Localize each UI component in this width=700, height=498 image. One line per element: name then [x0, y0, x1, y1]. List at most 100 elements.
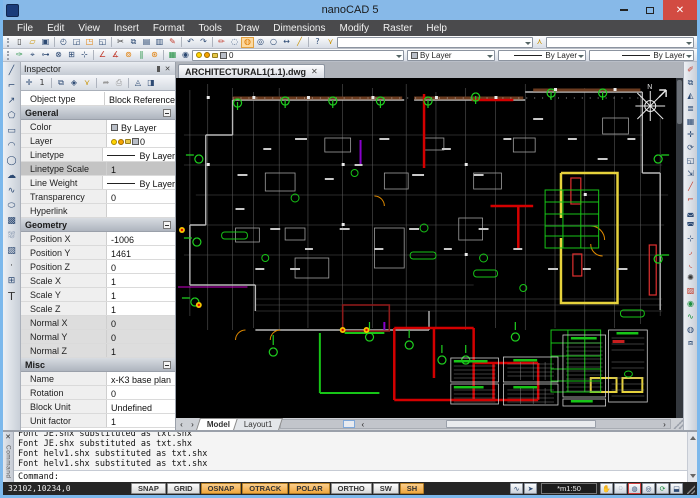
property-row[interactable]: Hyperlink — [21, 204, 175, 218]
cut-icon[interactable]: ✂ — [114, 37, 127, 48]
ellipse-icon[interactable]: ⬭ — [4, 199, 19, 213]
paste-block-icon[interactable]: ▥ — [153, 37, 166, 48]
line-icon[interactable]: ╱ — [4, 64, 19, 78]
endpoint-snap-icon[interactable]: ⌖ — [26, 50, 39, 61]
revision-cloud-icon[interactable]: ☁ — [4, 169, 19, 183]
property-row[interactable]: Rotation 0 — [21, 386, 175, 400]
property-row[interactable]: Name x-K3 base plan — [21, 372, 175, 386]
array-icon[interactable]: ▦ — [685, 116, 697, 128]
scale-icon[interactable]: ◱ — [685, 155, 697, 167]
erase-icon[interactable]: ✐ — [685, 64, 697, 76]
layer-states-icon[interactable]: ◉ — [179, 50, 192, 61]
inspector-close-icon[interactable]: ✕ — [163, 64, 172, 73]
toggle-grid[interactable]: GRID — [167, 483, 200, 494]
help-icon[interactable]: ? — [311, 37, 324, 48]
collapse-icon[interactable] — [163, 109, 171, 117]
intersection-snap-icon[interactable]: ⊗ — [52, 50, 65, 61]
pin-icon[interactable] — [154, 64, 163, 73]
property-row[interactable]: Color By Layer — [21, 120, 175, 134]
property-row[interactable]: Linetype By Layer — [21, 148, 175, 162]
parallel-snap-icon[interactable]: ∥ — [135, 50, 148, 61]
preview-icon[interactable]: ◲ — [70, 37, 83, 48]
copy-object-icon[interactable]: ⧉ — [685, 77, 697, 89]
menu-help[interactable]: Help — [420, 22, 453, 35]
copy-style-icon[interactable]: ✑ — [13, 50, 26, 61]
menu-format[interactable]: Format — [147, 22, 191, 35]
arc-icon[interactable]: ◠ — [4, 139, 19, 153]
circle-icon[interactable]: ◯ — [4, 154, 19, 168]
canvas-horizontal-scrollbar[interactable]: ‹ › — [280, 419, 671, 429]
property-row[interactable]: Layer 0 — [21, 134, 175, 148]
minimize-button[interactable] — [611, 0, 637, 20]
text-icon[interactable]: T — [4, 289, 19, 303]
match-properties-icon[interactable]: ✎ — [166, 37, 179, 48]
toggle-osnap[interactable]: OSNAP — [201, 483, 242, 494]
node-snap-icon[interactable]: ⊚ — [122, 50, 135, 61]
edit-polyline-icon[interactable]: ◉ — [685, 298, 697, 310]
maximize-button[interactable] — [637, 0, 663, 20]
image-icon[interactable]: ⛆ — [4, 229, 19, 243]
command-close-icon[interactable]: ✕ — [5, 433, 11, 441]
pan-icon[interactable]: ✋ — [600, 483, 613, 494]
stretch-icon[interactable]: ⇲ — [685, 168, 697, 180]
clean-screen-icon[interactable]: ⬓ — [670, 483, 683, 494]
select-similar-icon[interactable]: ◨ — [145, 77, 157, 89]
snap-settings-icon[interactable]: ⊛ — [148, 50, 161, 61]
layer-combo[interactable]: 0 — [192, 50, 404, 61]
section-general[interactable]: General — [21, 106, 175, 120]
search-combo[interactable] — [337, 37, 533, 48]
angle-snap-icon[interactable]: ∠ — [96, 50, 109, 61]
canvas-vertical-scrollbar[interactable] — [676, 78, 683, 418]
plot-icon[interactable]: ◴ — [57, 37, 70, 48]
scrollbar-thumb[interactable] — [446, 420, 596, 428]
property-row[interactable]: Position X -1006 — [21, 232, 175, 246]
break-icon[interactable]: ◚ — [685, 220, 697, 232]
window-resize-grip[interactable] — [687, 483, 695, 494]
polygon-icon[interactable]: ⬠ — [4, 109, 19, 123]
tab-close-icon[interactable]: ✕ — [311, 67, 318, 76]
plot-state-icon[interactable]: ∿ — [510, 483, 523, 494]
extend-icon[interactable]: ⌐ — [685, 194, 697, 206]
trim-icon[interactable]: ╱ — [685, 181, 697, 193]
property-row[interactable]: Unit factor 1 — [21, 414, 175, 428]
scroll-up-icon[interactable] — [690, 433, 696, 440]
selection-count-icon[interactable]: 1 — [36, 77, 48, 89]
collapse-icon[interactable] — [163, 221, 171, 229]
toggle-ortho[interactable]: ORTHO — [331, 483, 372, 494]
zoom-window-icon[interactable]: ◍ — [241, 37, 254, 48]
property-row[interactable]: Scale X 1 — [21, 274, 175, 288]
menu-modify[interactable]: Modify — [334, 22, 375, 35]
fillet-icon[interactable]: ◞ — [685, 246, 697, 258]
save-state-icon[interactable]: ⎙ — [113, 77, 125, 89]
filter-icon[interactable]: ⋏ — [533, 37, 546, 48]
section-misc[interactable]: Misc — [21, 358, 175, 372]
point-icon[interactable]: · — [4, 259, 19, 273]
polyline-icon[interactable]: ⌐ — [4, 79, 19, 93]
section-geometry[interactable]: Geometry — [21, 218, 175, 232]
command-history[interactable]: Font JE.shx substituted as txt.shx Font … — [14, 432, 687, 470]
property-row[interactable]: Transparency 0 — [21, 190, 175, 204]
rotate-icon[interactable]: ⟳ — [685, 142, 697, 154]
property-row[interactable]: Object type Block Reference — [21, 92, 175, 106]
export-icon[interactable]: ◱ — [96, 37, 109, 48]
menu-edit[interactable]: Edit — [41, 22, 70, 35]
raster-image-icon[interactable]: ▨ — [4, 244, 19, 258]
menu-file[interactable]: File — [11, 22, 39, 35]
document-tab[interactable]: ARCHITECTURAL1(1.1).dwg ✕ — [178, 64, 325, 78]
new-icon[interactable]: ▯ — [13, 37, 26, 48]
drawing-canvas[interactable]: N — [176, 78, 683, 418]
menu-insert[interactable]: Insert — [108, 22, 145, 35]
mirror-icon[interactable]: ◭ — [685, 90, 697, 102]
filter-properties-icon[interactable]: ⋎ — [81, 77, 93, 89]
offset-icon[interactable]: ≣ — [685, 103, 697, 115]
add-object-icon[interactable]: ✛ — [23, 77, 35, 89]
publish-icon[interactable]: ◳ — [83, 37, 96, 48]
property-row[interactable]: Line Weight By Layer — [21, 176, 175, 190]
open-icon[interactable]: ▱ — [26, 37, 39, 48]
insert-block-icon[interactable]: ▩ — [4, 214, 19, 228]
edit-spline-icon[interactable]: ∿ — [685, 311, 697, 323]
menu-tools[interactable]: Tools — [193, 22, 228, 35]
menu-dimensions[interactable]: Dimensions — [267, 22, 331, 35]
ray-icon[interactable]: ↗ — [4, 94, 19, 108]
zoom-extents-icon[interactable]: ○ — [267, 37, 280, 48]
